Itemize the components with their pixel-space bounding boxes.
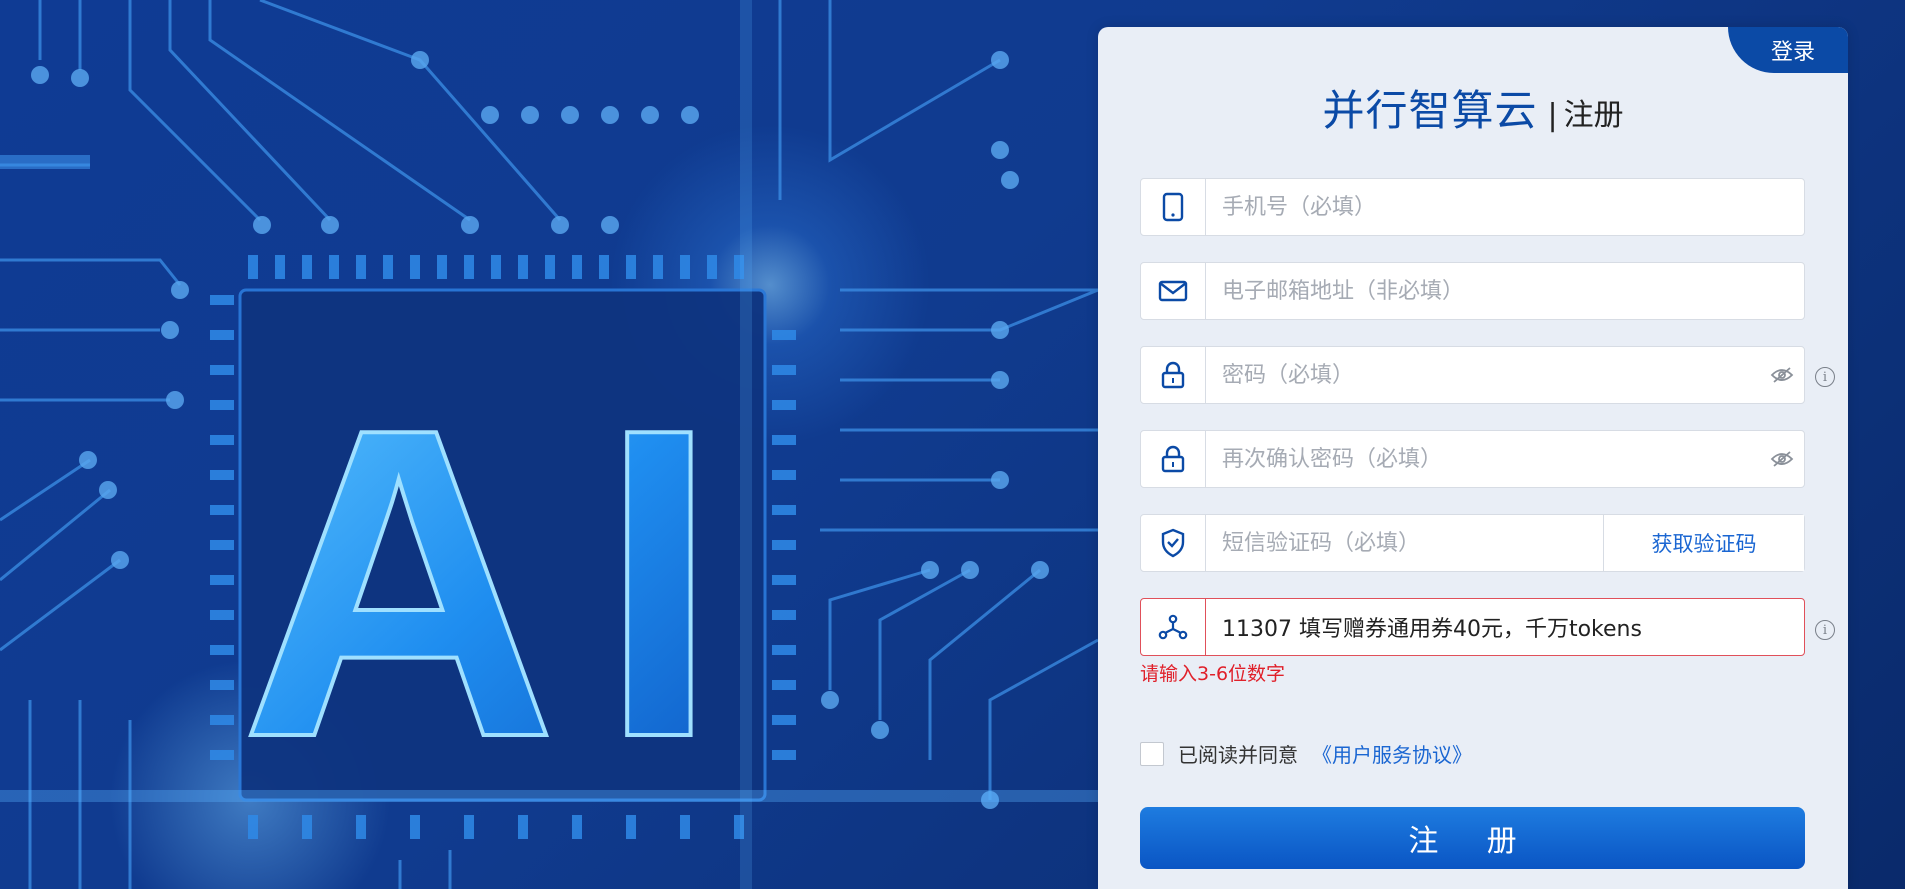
phone-field (1140, 178, 1805, 236)
sms-code-field: 获取验证码 (1140, 514, 1805, 572)
agree-checkbox[interactable] (1140, 741, 1164, 766)
invite-code-input[interactable] (1206, 600, 1804, 654)
login-tab-button[interactable]: 登录 (1728, 27, 1848, 73)
invite-code-field (1140, 598, 1805, 656)
register-panel: 登录 并行智算云 |注册 i (1098, 27, 1848, 889)
confirm-password-field (1140, 430, 1805, 488)
invite-code-error-message: 请输入3-6位数字 (1140, 663, 1286, 685)
toggle-password-visibility-icon[interactable] (1760, 366, 1804, 384)
network-nodes-icon (1141, 599, 1206, 655)
email-input[interactable] (1206, 264, 1804, 318)
user-agreement-link[interactable]: 《用户服务协议》 (1312, 739, 1472, 768)
lock-icon (1141, 347, 1206, 403)
ai-hero-text: AI (240, 338, 760, 829)
lock-icon (1141, 431, 1206, 487)
title-separator: | (1547, 98, 1558, 133)
shield-check-icon (1141, 515, 1206, 571)
password-info-icon[interactable]: i (1815, 367, 1835, 387)
invite-code-info-icon[interactable]: i (1815, 620, 1835, 640)
password-input[interactable] (1206, 348, 1760, 402)
agreement-row: 已阅读并同意 《用户服务协议》 (1140, 739, 1472, 768)
toggle-confirm-password-visibility-icon[interactable] (1760, 450, 1804, 468)
register-submit-button[interactable]: 注 册 (1140, 807, 1805, 869)
page-title: 并行智算云 | 注册 (1098, 77, 1848, 138)
get-sms-code-button[interactable]: 获取验证码 (1603, 515, 1804, 571)
phone-icon (1141, 179, 1206, 235)
phone-input[interactable] (1206, 180, 1804, 234)
agree-text: 已阅读并同意 (1178, 743, 1298, 767)
sms-code-input[interactable] (1206, 516, 1603, 570)
email-field (1140, 262, 1805, 320)
password-field (1140, 346, 1805, 404)
mail-icon (1141, 263, 1206, 319)
title-subtitle: 注册 (1563, 98, 1624, 133)
confirm-password-input[interactable] (1206, 432, 1760, 486)
brand-name: 并行智算云 (1322, 86, 1538, 135)
